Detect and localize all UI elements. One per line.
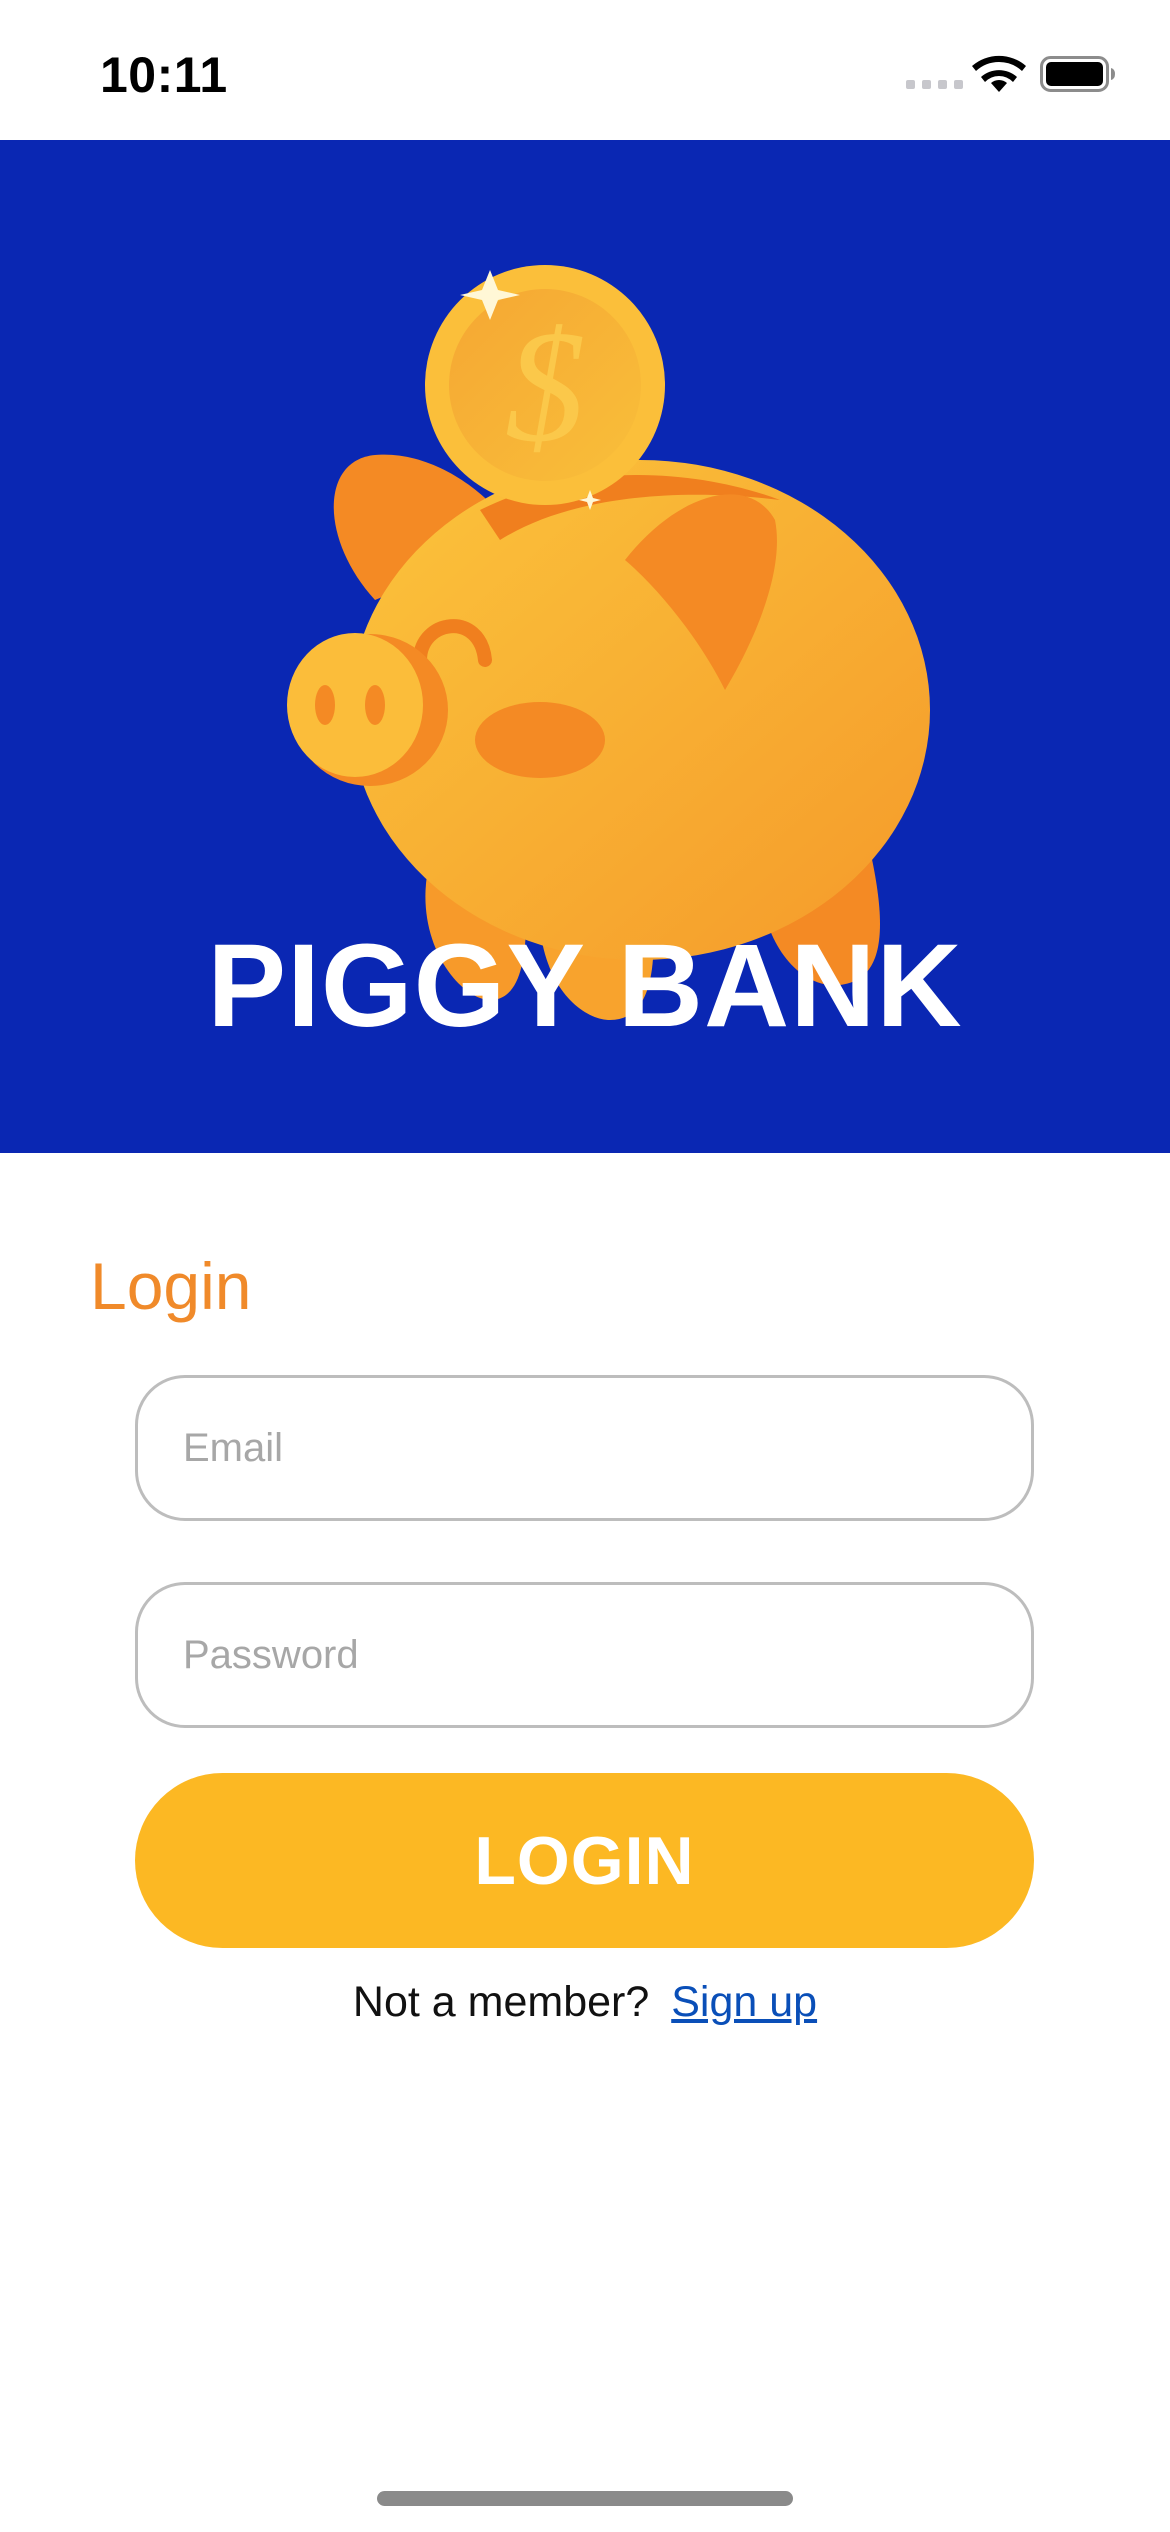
login-button[interactable]: LOGIN	[135, 1773, 1034, 1948]
signup-link[interactable]: Sign up	[671, 1978, 817, 2026]
email-field[interactable]	[135, 1375, 1034, 1521]
status-time: 10:11	[100, 47, 228, 103]
cellular-signal-icon	[906, 80, 963, 89]
login-heading: Login	[90, 1249, 252, 1323]
signup-row: Not a member? Sign up	[0, 1978, 1170, 2027]
hero-banner: $ PIGGY BANK	[0, 140, 1170, 1153]
battery-icon	[1040, 56, 1115, 92]
signup-prompt: Not a member?	[352, 1978, 650, 2026]
app-title: PIGGY BANK	[207, 920, 963, 1052]
svg-text:$: $	[505, 297, 585, 475]
status-bar: 10:11	[0, 0, 1170, 140]
home-indicator	[377, 2491, 793, 2506]
password-field[interactable]	[135, 1582, 1034, 1728]
wifi-icon	[972, 55, 1026, 92]
